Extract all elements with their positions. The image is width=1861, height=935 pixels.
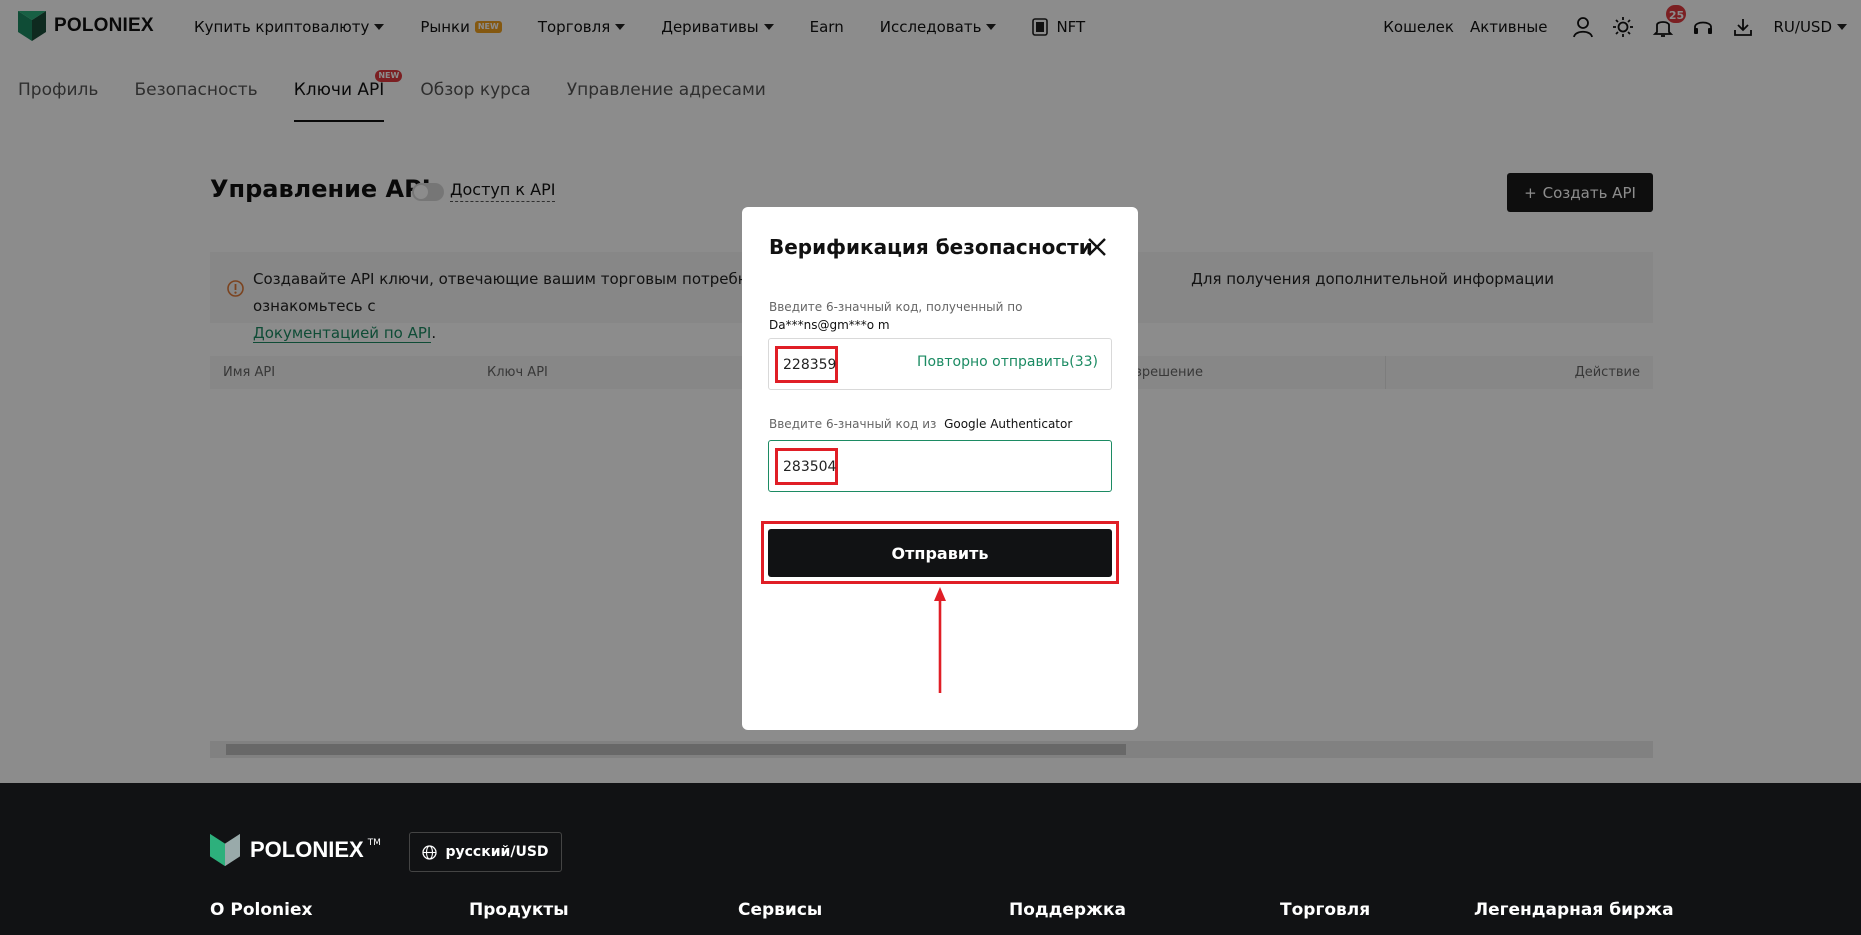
modal-title: Верификация безопасности (769, 235, 1093, 259)
footer-col-trading[interactable]: Торговля (1280, 900, 1370, 920)
footer-col-about[interactable]: О Poloniex (210, 900, 312, 920)
email-code-label: Введите 6-значный код, полученный по Da*… (769, 298, 1114, 334)
security-verification-modal: Верификация безопасности Введите 6-значн… (742, 207, 1138, 730)
poloniex-logo-icon (210, 833, 240, 867)
email-code-value: 228359 (775, 346, 838, 383)
footer-col-legendary[interactable]: Легендарная биржа (1474, 900, 1674, 920)
email-code-prompt: Введите 6-значный код, полученный по (769, 300, 1023, 314)
trademark: TM (367, 838, 381, 848)
ga-code-field[interactable]: 283504 (768, 440, 1112, 492)
footer-language-label: русский/USD (445, 844, 549, 860)
footer-logo-text: POLONIEX (250, 837, 364, 862)
ga-code-label: Введите 6-значный код из Google Authenti… (769, 417, 1072, 431)
footer-col-support[interactable]: Поддержка (1009, 900, 1126, 920)
submit-highlight: Отправить (761, 521, 1119, 584)
footer-logo[interactable]: POLONIEX TM (210, 833, 381, 867)
masked-email: Da***ns@gm***o m (769, 318, 890, 332)
footer: POLONIEX TM русский/USD О Poloniex Проду… (0, 783, 1861, 935)
submit-button[interactable]: Отправить (768, 529, 1112, 577)
footer-col-products[interactable]: Продукты (469, 900, 569, 920)
resend-code-button[interactable]: Повторно отправить(33) (917, 354, 1098, 370)
arrow-up-icon (934, 587, 946, 693)
ga-code-prompt: Введите 6-значный код из (769, 417, 937, 431)
ga-code-value: 283504 (775, 448, 838, 485)
google-authenticator-label: Google Authenticator (944, 417, 1073, 431)
footer-col-services[interactable]: Сервисы (738, 900, 822, 920)
footer-language-selector[interactable]: русский/USD (409, 832, 562, 872)
close-icon[interactable] (1085, 235, 1109, 259)
email-code-field[interactable]: 228359 Повторно отправить(33) (768, 338, 1112, 390)
globe-icon (422, 844, 438, 860)
